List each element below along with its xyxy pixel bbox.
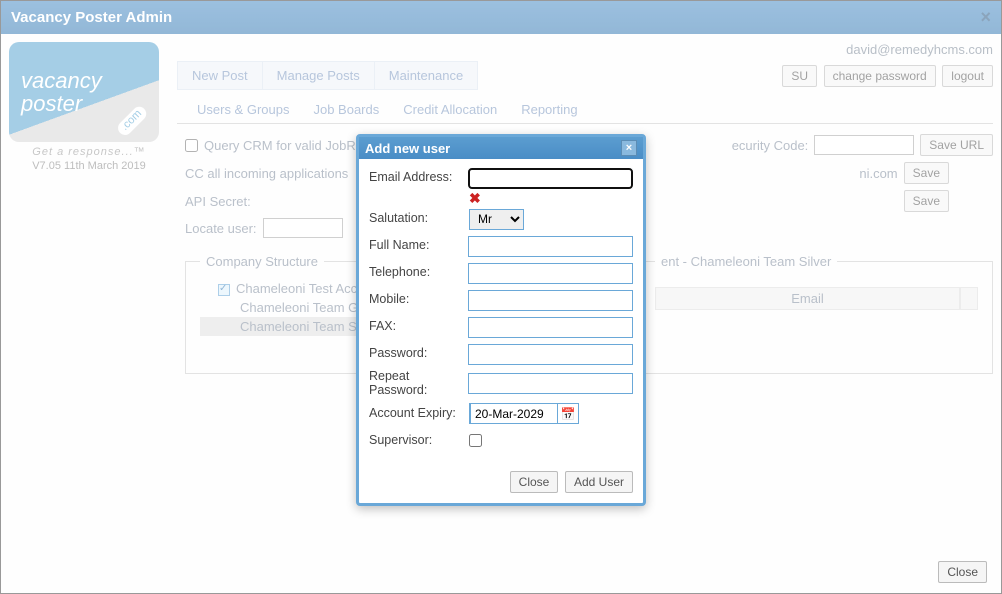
repeat-password-label: Repeat Password:	[369, 370, 468, 398]
calendar-icon[interactable]: 📅	[558, 407, 578, 421]
supervisor-checkbox[interactable]	[469, 434, 482, 447]
modal-title: Add new user	[365, 141, 450, 156]
telephone-label: Telephone:	[369, 266, 468, 280]
account-expiry-field: 📅	[469, 403, 579, 424]
salutation-select[interactable]: Mr	[469, 209, 524, 230]
telephone-input[interactable]	[468, 263, 633, 284]
row-account-expiry: Account Expiry: 📅	[369, 403, 633, 425]
row-password: Password:	[369, 343, 633, 365]
add-user-modal: Add new user × Email Address: ✖ Salutati…	[356, 134, 646, 506]
modal-body: Email Address: ✖ Salutation: Mr Full Nam…	[359, 159, 643, 465]
password-label: Password:	[369, 347, 468, 361]
row-repeat-password: Repeat Password:	[369, 370, 633, 398]
row-telephone: Telephone:	[369, 262, 633, 284]
fax-input[interactable]	[468, 317, 633, 338]
email-input[interactable]	[468, 168, 633, 189]
email-error-icon: ✖	[469, 191, 633, 205]
fullname-label: Full Name:	[369, 239, 468, 253]
fax-label: FAX:	[369, 320, 468, 334]
salutation-label: Salutation:	[369, 212, 469, 226]
app-window: Vacancy Poster Admin × vacancy poster .c…	[0, 0, 1002, 594]
modal-close-icon[interactable]: ×	[621, 140, 637, 156]
password-input[interactable]	[468, 344, 633, 365]
supervisor-label: Supervisor:	[369, 434, 469, 448]
email-label: Email Address:	[369, 171, 468, 185]
row-fullname: Full Name:	[369, 235, 633, 257]
modal-close-button[interactable]: Close	[510, 471, 559, 493]
row-salutation: Salutation: Mr	[369, 208, 633, 230]
row-mobile: Mobile:	[369, 289, 633, 311]
fullname-input[interactable]	[468, 236, 633, 257]
page-close-button[interactable]: Close	[938, 561, 987, 583]
row-email: Email Address:	[369, 167, 633, 189]
row-fax: FAX:	[369, 316, 633, 338]
modal-title-bar: Add new user ×	[359, 137, 643, 159]
repeat-password-input[interactable]	[468, 373, 633, 394]
account-expiry-label: Account Expiry:	[369, 407, 469, 421]
row-supervisor: Supervisor:	[369, 430, 633, 452]
modal-footer: Close Add User	[359, 465, 643, 503]
mobile-input[interactable]	[468, 290, 633, 311]
account-expiry-input[interactable]	[470, 403, 558, 424]
mobile-label: Mobile:	[369, 293, 468, 307]
add-user-button[interactable]: Add User	[565, 471, 633, 493]
